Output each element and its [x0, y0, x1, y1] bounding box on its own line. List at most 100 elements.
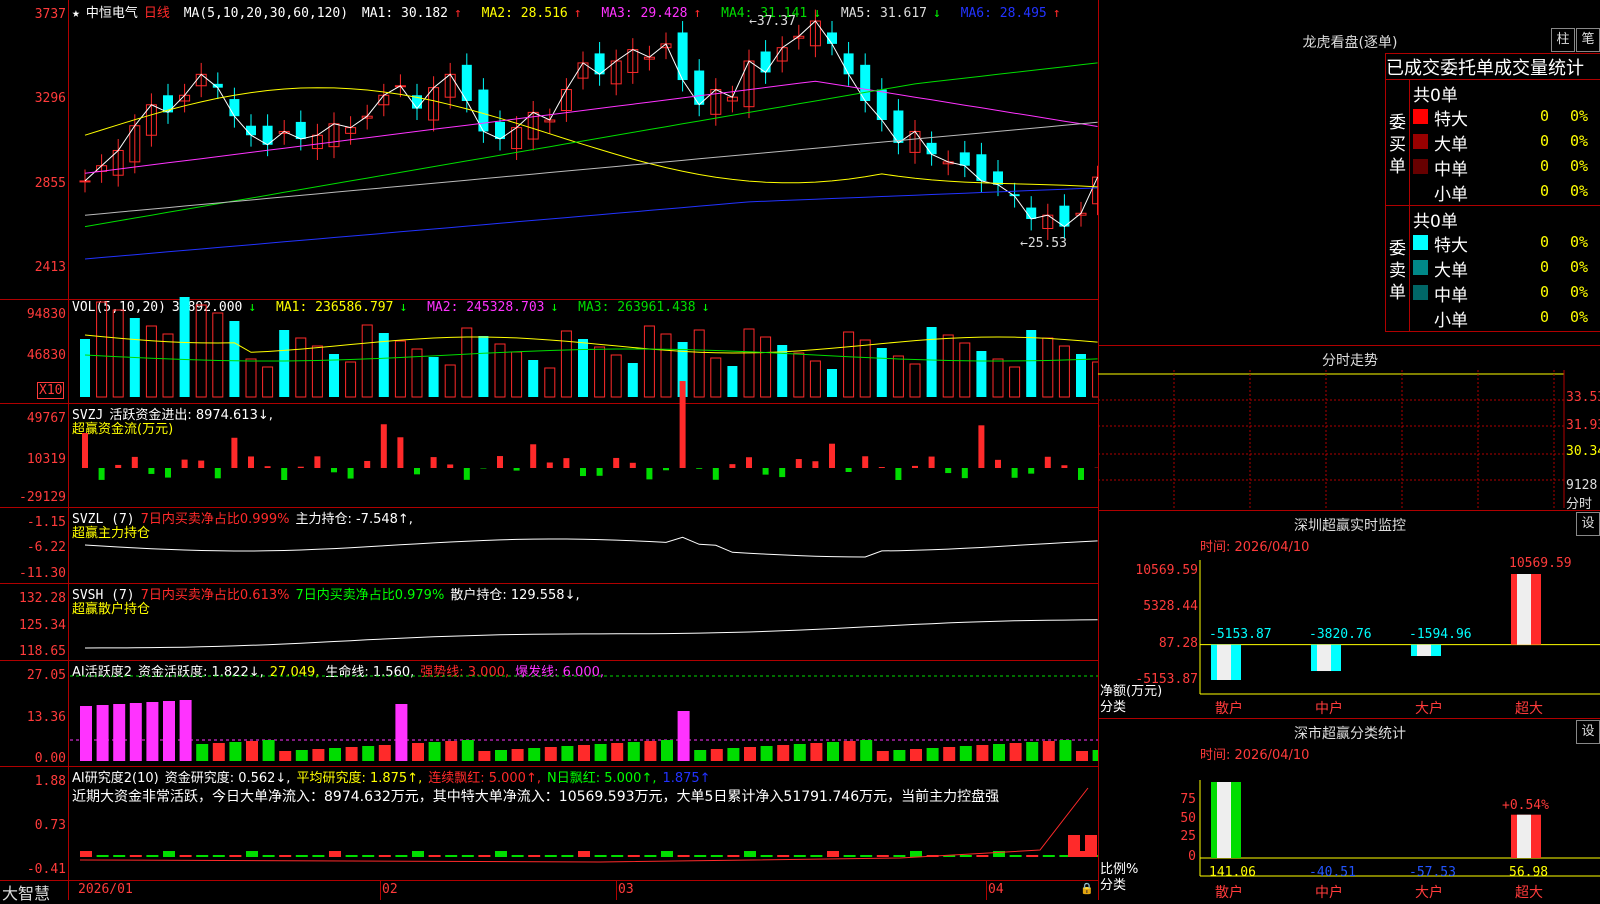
- svzj-bar: [447, 464, 453, 468]
- research-line: [80, 788, 1088, 862]
- ai2-bars: [70, 676, 1098, 761]
- candle-body-down: [229, 99, 239, 116]
- monitor-bar-hl: [1317, 645, 1331, 671]
- svsh-path: [85, 620, 1098, 648]
- vol-bar-down: [478, 336, 488, 397]
- svzj-bar: [779, 468, 785, 477]
- svzj-bar: [182, 460, 188, 468]
- svzj-bar: [680, 381, 686, 468]
- monitor-bar-hl: [1517, 574, 1531, 645]
- svzj-bar: [696, 468, 702, 469]
- row-pct: 0%: [1570, 283, 1588, 301]
- ai2-bar: [113, 704, 125, 761]
- vol-bar-down: [180, 297, 190, 397]
- row-count: 0: [1540, 283, 1549, 301]
- vol-bar-up: [213, 313, 223, 397]
- vol-bar-down: [927, 327, 937, 397]
- research-bar: [561, 855, 573, 857]
- vol-bar-up: [611, 355, 621, 397]
- vol-bar-down: [1076, 354, 1086, 397]
- research-bar: [628, 855, 640, 857]
- ai2-bar: [445, 741, 457, 761]
- ai2-bar: [412, 743, 424, 761]
- svzj-bar: [281, 468, 287, 480]
- svzj-bar: [1061, 465, 1067, 468]
- ai2-bar: [794, 744, 806, 761]
- vol-bar-up: [445, 365, 455, 397]
- research-bar: [329, 851, 341, 857]
- research-bar: [827, 851, 839, 857]
- row-swatch: [1413, 285, 1428, 300]
- row-swatch: [1413, 310, 1428, 325]
- ai2-bar: [927, 748, 939, 761]
- dt-left-line: [1385, 53, 1386, 331]
- svzj-bar: [115, 465, 121, 468]
- svzj-bar: [763, 468, 769, 475]
- svzj-bar: [165, 468, 171, 478]
- ai2-bar: [97, 705, 109, 761]
- candle-body-down: [827, 32, 837, 43]
- vol-bar-down: [727, 366, 737, 397]
- ai2-bar: [860, 740, 872, 761]
- ma-line-1: [85, 21, 1098, 227]
- monitor-time: 时间: 2026/04/10: [1200, 536, 1309, 555]
- row-pct: 0%: [1570, 157, 1588, 175]
- svzj-bar: [563, 458, 569, 468]
- research-bar: [279, 855, 291, 857]
- ai2-bar: [810, 743, 822, 761]
- vol-bar-up: [163, 334, 173, 397]
- vol-bar-up: [810, 361, 820, 397]
- classify-bar-label: 141.06: [1209, 865, 1256, 880]
- svzj-bar: [1012, 468, 1018, 478]
- classify-bar-label: -40.51: [1309, 865, 1356, 880]
- research-bar: [595, 855, 607, 857]
- research-bar: [661, 851, 673, 857]
- ai2-bar: [213, 743, 225, 761]
- row-count: 0: [1540, 107, 1549, 125]
- classify-top-line: [1098, 718, 1600, 719]
- vol-bar-up: [1043, 338, 1053, 397]
- vol-bar-down: [578, 339, 588, 397]
- svzj-bar: [646, 468, 652, 479]
- svzj-bar: [729, 464, 735, 468]
- row-swatch: [1413, 260, 1428, 275]
- ai2-bar: [379, 745, 391, 761]
- sell-side-label: 委卖单: [1389, 238, 1407, 304]
- row-pct: 0%: [1570, 258, 1588, 276]
- vol-bar-up: [993, 359, 1003, 397]
- vol-bar-up: [711, 358, 721, 397]
- vol-bar-up: [97, 302, 107, 397]
- ai2-bar: [512, 749, 524, 761]
- classify-bars: [1200, 780, 1600, 876]
- candle-body-down: [296, 122, 306, 139]
- vol-bar-up: [196, 305, 206, 397]
- monitor-settings-button[interactable]: 设: [1576, 512, 1600, 536]
- research-bar: [678, 855, 690, 857]
- intraday-label-3: 30.34: [1566, 444, 1600, 459]
- svzj-bar: [1045, 457, 1051, 468]
- research-bar: [429, 855, 441, 857]
- svzj-bar: [99, 468, 105, 480]
- classify-chart: [1098, 770, 1600, 900]
- price-candles: [80, 10, 1098, 259]
- ai2-bar: [362, 746, 374, 761]
- row-swatch: [1413, 184, 1428, 199]
- pen-mode-button[interactable]: 笔: [1576, 28, 1600, 52]
- vol-bar-down: [279, 330, 289, 397]
- candle-body-down: [927, 143, 937, 154]
- monitor-category: 大户: [1415, 698, 1443, 718]
- svzj-bar: [879, 467, 885, 468]
- vol-bar-down: [877, 348, 887, 397]
- vol-bar-up: [346, 362, 356, 397]
- classify-settings-button[interactable]: 设: [1576, 720, 1600, 744]
- research-bar: [213, 855, 225, 857]
- ai2-bar: [960, 746, 972, 761]
- ai2-bar: [561, 746, 573, 761]
- svzl-line: [85, 537, 1098, 557]
- svzj-bar: [945, 468, 951, 473]
- vol-bar-up: [246, 359, 256, 397]
- bar-mode-button[interactable]: 柱: [1551, 28, 1575, 52]
- classify-bar-hl: [1517, 815, 1531, 858]
- ai2-bar: [528, 748, 540, 761]
- vol-bar-up: [744, 329, 754, 397]
